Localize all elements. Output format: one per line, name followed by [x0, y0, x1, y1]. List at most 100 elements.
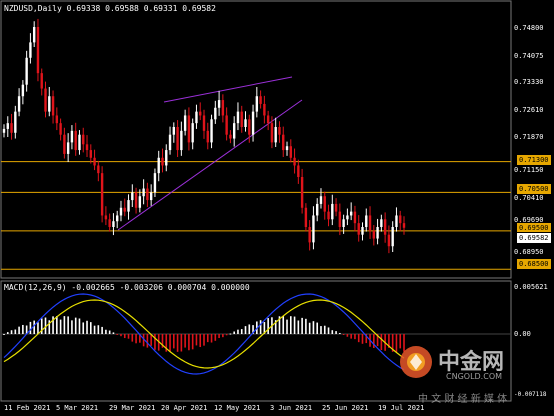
macd-histogram-bar [323, 325, 326, 334]
macd-histogram-bar [59, 319, 62, 334]
macd-histogram-bar [214, 334, 217, 341]
macd-histogram-bar [74, 317, 77, 334]
candle-body [202, 115, 206, 131]
macd-histogram-bar [67, 316, 69, 334]
candle-body [285, 146, 289, 151]
candle-body [376, 227, 379, 239]
macd-histogram-bar [131, 334, 134, 342]
macd-histogram-bar [63, 316, 66, 334]
candle-body [251, 111, 255, 135]
level-tag-071300: 0.71300 [516, 154, 552, 166]
candle-body [395, 215, 398, 227]
date-tick: 25 Jun 2021 [322, 404, 369, 412]
candle-body [338, 211, 342, 227]
candle-body [168, 134, 172, 151]
macd-histogram-bar [301, 317, 303, 334]
candle-body [161, 157, 164, 166]
candle-body [361, 227, 364, 235]
candle-body [40, 73, 43, 89]
trendline-resistance [163, 76, 293, 103]
macd-histogram-bar [233, 331, 235, 334]
macd-histogram-bar [105, 329, 107, 334]
candle-body [146, 188, 149, 201]
candle-body [240, 111, 243, 127]
macd-histogram-bar [225, 334, 228, 336]
candle-body [112, 221, 115, 227]
macd-histogram-bar [293, 316, 296, 334]
candle-body [100, 173, 104, 216]
candle-body [134, 192, 138, 208]
macd-histogram-bar [135, 334, 137, 344]
macd-histogram-bar [101, 326, 103, 334]
macd-histogram-bar [289, 316, 292, 334]
macd-histogram-bar [199, 334, 202, 348]
date-tick: 3 Jun 2021 [270, 404, 313, 412]
macd-axis-top: 0.005621 [514, 283, 548, 291]
price-tick: 0.72610 [514, 106, 544, 114]
candle-body [259, 96, 262, 104]
candle-body [59, 123, 62, 135]
macd-histogram-bar [222, 334, 224, 338]
candle-body [108, 219, 111, 227]
candle-body [116, 215, 119, 222]
candle-body [2, 128, 6, 133]
candle-body [331, 203, 334, 220]
candle-body [300, 177, 304, 208]
candle-body [149, 192, 153, 201]
candle-body [206, 130, 209, 143]
candle-body [14, 111, 17, 133]
candle-body [51, 96, 55, 116]
candle-body [85, 144, 89, 151]
candle-body [104, 215, 108, 220]
macd-histogram-bar [97, 325, 100, 334]
macd-histogram-bar [267, 318, 269, 334]
macd-histogram-bar [37, 322, 39, 334]
candle-body [25, 57, 28, 85]
candle-body [334, 203, 338, 212]
macd-histogram-bar [206, 334, 209, 343]
candle-body [157, 157, 160, 174]
macd-histogram-bar [10, 330, 13, 334]
macd-histogram-bar [188, 334, 190, 351]
candle-body [255, 96, 259, 112]
candle-body [383, 219, 387, 235]
macd-histogram-bar [350, 334, 352, 339]
macd-histogram-bar [89, 322, 92, 334]
candle-body [153, 173, 157, 193]
candle-body [131, 192, 134, 201]
macd-histogram-bar [6, 332, 9, 334]
macd-histogram-bar [342, 334, 345, 335]
candle-body [32, 27, 36, 43]
price-tick: 0.68950 [514, 248, 544, 256]
macd-histogram-bar [176, 334, 179, 352]
macd-histogram-bar [259, 320, 262, 334]
macd-histogram-bar [395, 334, 398, 352]
macd-histogram-bar [173, 334, 175, 349]
trendline-support [117, 99, 303, 231]
macd-histogram-bar [373, 334, 375, 348]
macd-histogram-bar [210, 334, 213, 343]
candle-body [263, 103, 266, 116]
candle-body [70, 130, 74, 143]
macd-histogram-bar [248, 324, 251, 334]
price-tick: 0.74075 [514, 52, 544, 60]
candle-body [357, 223, 360, 235]
candle-body [66, 142, 70, 154]
macd-histogram-bar [308, 322, 311, 334]
candle-body [304, 207, 308, 227]
macd-histogram-bar [240, 329, 243, 334]
candle-body [274, 127, 277, 143]
macd-histogram-bar [169, 334, 171, 352]
candle-body [368, 215, 372, 231]
candle-body [316, 203, 319, 216]
macd-label: MACD(12,26,9) -0.002665 -0.003206 0.0007… [4, 283, 250, 292]
macd-histogram-bar [305, 318, 307, 334]
macd-histogram-bar [14, 329, 17, 334]
macd-histogram-bar [82, 322, 85, 334]
candle-body [282, 134, 285, 151]
date-tick: 12 May 2021 [214, 404, 261, 412]
candle-body [6, 123, 9, 129]
date-tick: 11 Feb 2021 [4, 404, 51, 412]
candle-body [297, 165, 300, 177]
candle-body [97, 165, 100, 174]
